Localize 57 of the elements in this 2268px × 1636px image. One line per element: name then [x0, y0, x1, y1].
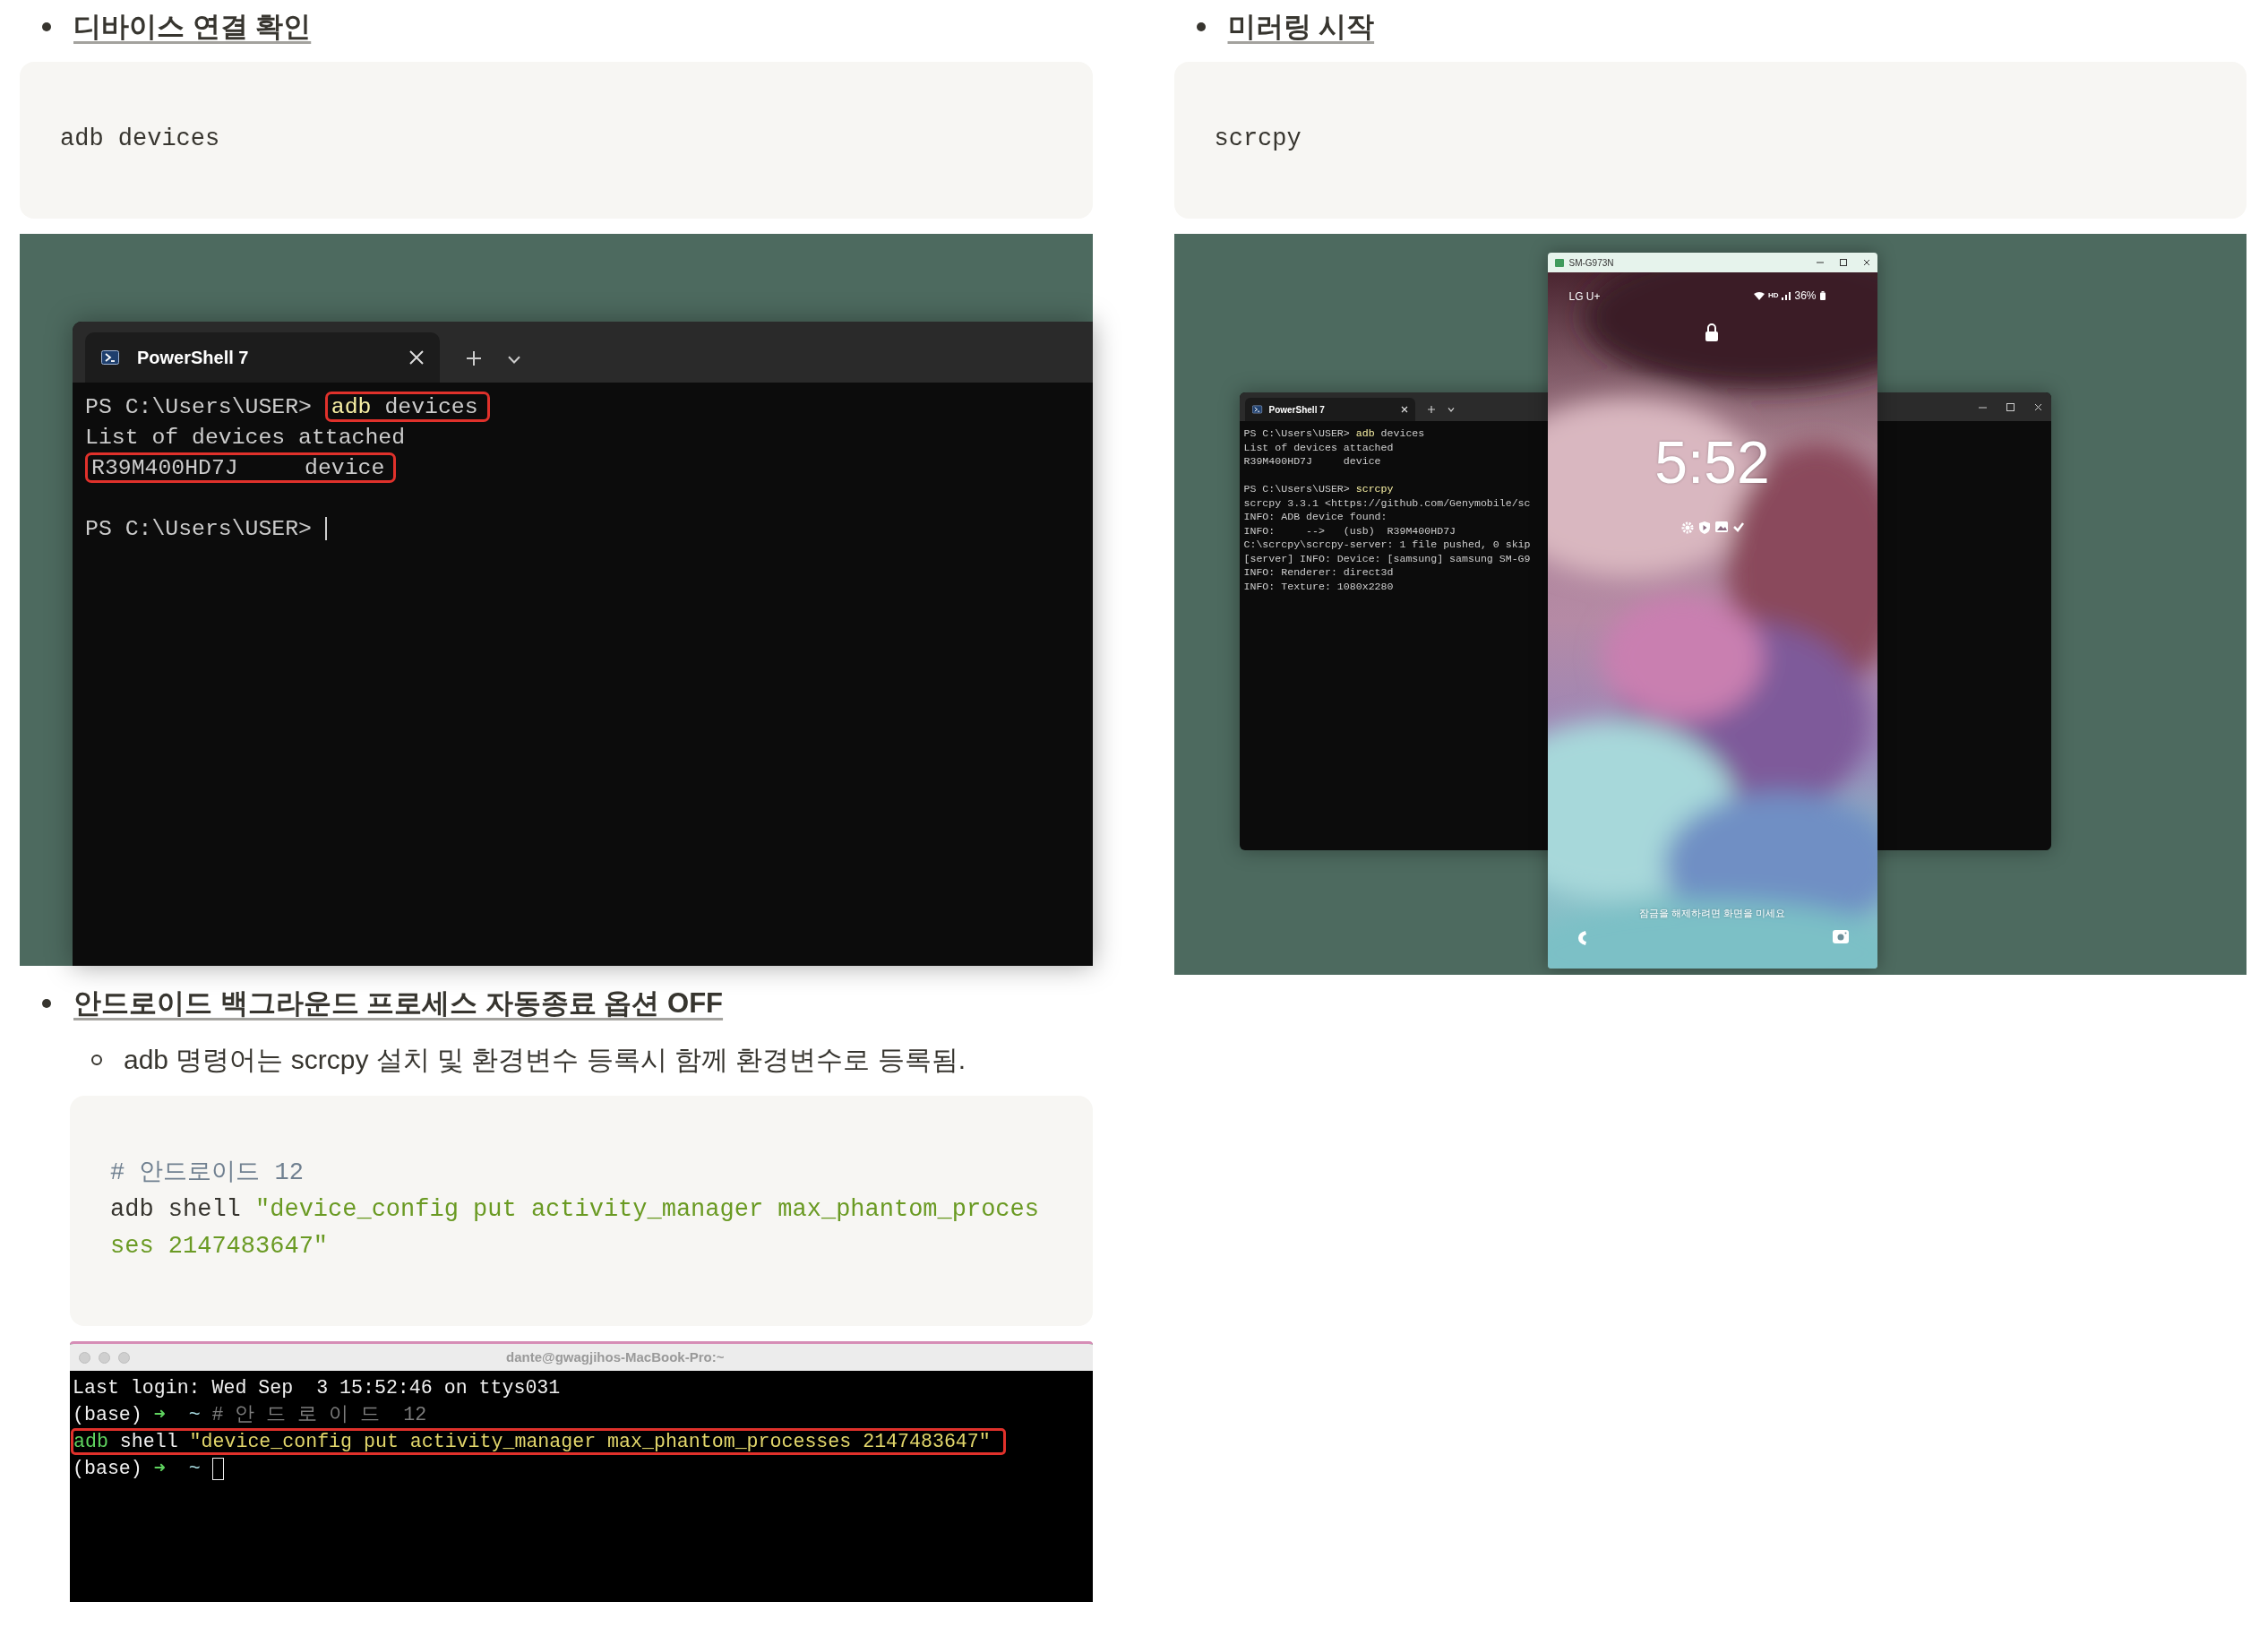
bullet-icon	[1196, 22, 1206, 31]
terminal-text: PS C:\Users\USER> adb devices	[1243, 427, 1425, 439]
plus-icon[interactable]	[467, 351, 481, 366]
terminal-text: C:\scrcpy\scrcpy-server: 1 file pushed, 0 skip	[1243, 538, 1531, 550]
code-line: adb shell "device_config put activity_manager max_phantom_processes 2147483647"	[110, 1195, 1040, 1261]
wifi-icon	[1753, 291, 1765, 300]
terminal-text: INFO: ADB device found:	[1243, 511, 1387, 522]
terminal-tab[interactable]: PowerShell 7	[85, 332, 440, 383]
terminal-icon	[101, 349, 121, 366]
bullet-icon	[42, 22, 51, 31]
gear-icon	[1680, 521, 1694, 534]
terminal-text: INFO: Texture: 1080x2280	[1243, 580, 1394, 592]
window-title: SM-G973N	[1568, 256, 1614, 270]
code-line: # 안드로이드 12	[110, 1158, 305, 1188]
minimize-icon[interactable]	[1816, 259, 1824, 266]
lock-icon	[1704, 323, 1719, 341]
code-line: scrcpy	[1214, 125, 1302, 154]
bullet-icon	[42, 999, 51, 1008]
battery-text: 36%	[1794, 288, 1817, 304]
clock-text: 5:52	[1654, 428, 1771, 497]
signal-icon	[1782, 291, 1791, 300]
chevron-down-icon[interactable]	[1447, 406, 1455, 413]
close-icon[interactable]	[1862, 259, 1870, 266]
terminal-text: (base) ➜ ~	[73, 1458, 202, 1479]
terminal-text: scrcpy 3.3.1 <https://github.com/Genymobile/sc	[1243, 496, 1531, 509]
battery-icon	[1819, 291, 1826, 300]
terminal-text: [server] INFO: Device: [samsung] samsung SM-G9	[1243, 552, 1531, 564]
list-item-text: adb 명령어는 scrcpy 설치 및 환경변수 등록시 함께 환경변수로 등록됨.	[124, 1044, 966, 1076]
shield-icon	[1698, 521, 1710, 534]
unlock-hint: 잠금을 해제하려면 화면을 미세요	[1637, 907, 1787, 920]
heading-link[interactable]: 미러링 시작	[1227, 7, 1375, 47]
carrier-label: LG U+	[1568, 289, 1601, 305]
terminal-text: PS C:\Users\USER> scrcpy	[1243, 483, 1394, 495]
bullet-icon	[91, 1055, 102, 1065]
terminal-text: INFO: --> (usb) R39M400HD7J	[1243, 524, 1456, 537]
terminal-text: R39M400HD7J device	[1243, 455, 1381, 467]
terminal-text: (base) ➜ ~ # 안 드 로 이 드 12	[73, 1404, 427, 1425]
terminal-tab[interactable]: PowerShell 7	[1244, 398, 1415, 421]
code-line: adb devices	[60, 125, 221, 154]
highlight-box: R39M400HD7J device	[85, 452, 397, 483]
terminal-text: PS C:\Users\USER>	[85, 394, 313, 419]
plus-icon[interactable]	[1427, 406, 1435, 413]
heading-link[interactable]: 디바이스 연결 확인	[73, 7, 312, 47]
check-icon	[1732, 521, 1744, 532]
terminal-text: List of devices attached	[1243, 441, 1394, 453]
app-icon	[1554, 258, 1564, 267]
terminal-icon	[1251, 405, 1263, 414]
maximize-icon[interactable]	[1839, 259, 1847, 266]
terminal-text: List of devices attached	[85, 425, 406, 450]
terminal-text: PS C:\Users\USER>	[85, 516, 313, 541]
heading-link[interactable]: 안드로이드 백그라운드 프로세스 자동종료 옵션 OFF	[73, 984, 724, 1023]
network-label: HD	[1767, 290, 1779, 301]
window-title: dante@gwagjihos-MacBook-Pro:~	[505, 1348, 726, 1366]
terminal-text: INFO: Renderer: direct3d	[1243, 566, 1394, 578]
highlight-box: adb devices	[324, 392, 490, 422]
highlight-box: adb shell "device_config put activity_manager max_phantom_processes 2147483647"	[71, 1428, 1006, 1455]
terminal-text: Last login: Wed Sep 3 15:52:46 on ttys031	[73, 1377, 561, 1399]
